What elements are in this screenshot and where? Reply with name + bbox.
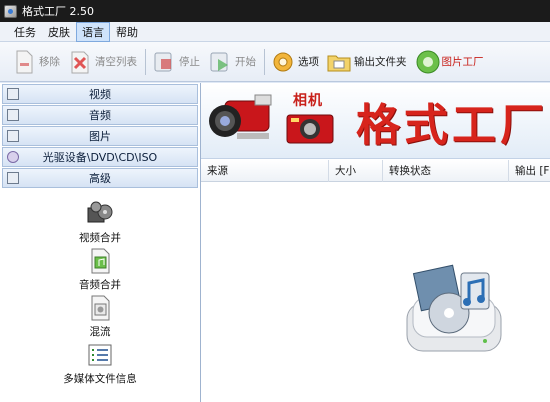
tool-label: 多媒体文件信息 (63, 373, 137, 385)
title-bar: 格式工厂 2.50 (0, 0, 550, 22)
picture-icon (7, 130, 19, 142)
film-reel-icon (86, 200, 114, 228)
tool-label: 音频合并 (79, 279, 121, 291)
stop-button[interactable]: 停止 (152, 46, 200, 78)
category-label: 高级 (89, 172, 111, 185)
clear-x-icon (68, 49, 92, 75)
banner-tag: 相机 (293, 93, 323, 109)
format-factory-logo (399, 255, 509, 368)
picture-factory-button[interactable]: 图片工厂 (415, 46, 484, 78)
picture-factory-label: 图片工厂 (441, 56, 484, 68)
column-output[interactable]: 输出 [F2] (509, 160, 550, 182)
options-button[interactable]: 选项 (271, 46, 319, 78)
mux-tool[interactable]: 混流 (0, 294, 200, 341)
clear-list-label: 清空列表 (95, 56, 137, 68)
category-audio[interactable]: 音频 (2, 105, 198, 125)
window-title: 格式工厂 2.50 (22, 5, 94, 18)
category-label: 视频 (89, 88, 111, 101)
category-rom-device[interactable]: 光驱设备\DVD\CD\ISO (2, 147, 198, 167)
category-label: 光驱设备\DVD\CD\ISO (42, 151, 158, 164)
audio-icon (7, 109, 19, 121)
sidebar: 视频 音频 图片 光驱设备\DVD\CD\ISO 高级 视频合并 音频合并 混流… (0, 83, 201, 402)
app-logo-icon (4, 4, 17, 18)
toolbar-divider (145, 48, 146, 75)
category-advanced[interactable]: 高级 (2, 168, 198, 188)
category-picture[interactable]: 图片 (2, 126, 198, 146)
stop-label: 停止 (179, 56, 200, 68)
camera-icon (285, 109, 335, 150)
advanced-icon (7, 172, 19, 184)
column-status[interactable]: 转换状态 (383, 159, 509, 182)
remove-button[interactable]: 移除 (12, 46, 60, 78)
audio-joiner-tool[interactable]: 音频合并 (0, 247, 200, 294)
media-info-tool[interactable]: 多媒体文件信息 (0, 341, 200, 388)
menu-task[interactable]: 任务 (8, 22, 42, 42)
remove-document-icon (12, 49, 36, 75)
checklist-icon (86, 341, 114, 369)
clear-list-button[interactable]: 清空列表 (68, 46, 137, 78)
menu-bar: 任务 皮肤 语言 帮助 (0, 21, 550, 42)
remove-label: 移除 (39, 56, 60, 68)
start-play-icon (208, 49, 232, 75)
camcorder-icon (207, 89, 281, 150)
category-video[interactable]: 视频 (2, 84, 198, 104)
folder-icon (327, 49, 351, 75)
banner-title: 格式工厂 (356, 100, 548, 151)
video-joiner-tool[interactable]: 视频合并 (0, 200, 200, 247)
tool-label: 混流 (89, 326, 111, 338)
main-panel: 相机 格式工厂 来源 大小 转换状态 输出 [F2] (201, 83, 550, 402)
menu-skin[interactable]: 皮肤 (42, 22, 76, 42)
advanced-tools-list: 视频合并 音频合并 混流 多媒体文件信息 (0, 188, 200, 388)
mux-file-icon (86, 294, 114, 322)
column-source[interactable]: 来源 (201, 159, 329, 182)
output-folder-label: 输出文件夹 (354, 56, 407, 68)
tool-label: 视频合并 (79, 232, 121, 244)
start-label: 开始 (235, 56, 256, 68)
menu-help[interactable]: 帮助 (110, 22, 144, 42)
category-label: 图片 (89, 130, 111, 143)
task-list[interactable] (201, 183, 550, 402)
task-list-header: 来源 大小 转换状态 输出 [F2] (201, 159, 550, 182)
toolbar: 移除 清空列表 停止 开始 选项 输出文件夹 图片工厂 (0, 42, 550, 82)
disc-icon (7, 151, 19, 163)
gear-icon (271, 49, 295, 75)
column-size[interactable]: 大小 (329, 159, 383, 182)
stop-icon (152, 49, 176, 75)
banner: 相机 格式工厂 (201, 83, 550, 159)
category-label: 音频 (89, 109, 111, 122)
audio-file-icon (86, 247, 114, 275)
picture-factory-icon (415, 49, 439, 75)
start-button[interactable]: 开始 (208, 46, 256, 78)
options-label: 选项 (298, 56, 319, 68)
toolbar-divider (264, 48, 265, 75)
menu-language[interactable]: 语言 (76, 21, 110, 42)
video-icon (7, 88, 19, 100)
output-folder-button[interactable]: 输出文件夹 (327, 46, 407, 78)
